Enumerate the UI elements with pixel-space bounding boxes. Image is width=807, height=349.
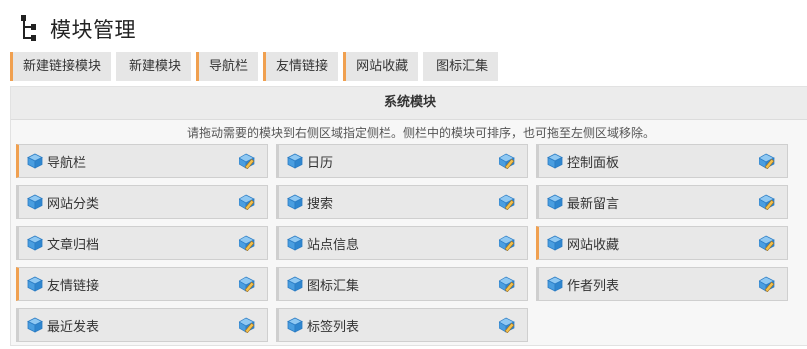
cube-icon: [547, 276, 563, 292]
cube-icon: [287, 194, 303, 210]
cube-icon: [27, 235, 43, 251]
module-label: 网站分类: [47, 196, 100, 212]
module-label: 文章归档: [47, 237, 100, 253]
cube-icon: [27, 194, 43, 210]
cube-icon: [287, 153, 303, 169]
edit-icon[interactable]: [499, 194, 515, 210]
module-label: 搜索: [307, 196, 334, 212]
edit-icon[interactable]: [759, 276, 775, 292]
module-label: 站点信息: [307, 237, 360, 253]
edit-icon[interactable]: [499, 317, 515, 333]
module-label: 控制面板: [567, 155, 620, 171]
panel-hint: 请拖动需要的模块到右侧区域指定侧栏。侧栏中的模块可排序，也可拖至左侧区域移除。: [187, 126, 656, 140]
tab-3[interactable]: 友情链接: [263, 52, 339, 81]
module-label: 最新留言: [567, 196, 620, 212]
module-item[interactable]: 图标汇集: [276, 267, 528, 301]
system-modules-panel: 系统模块 请拖动需要的模块到右侧区域指定侧栏。侧栏中的模块可排序，也可拖至左侧区…: [10, 86, 807, 346]
edit-icon[interactable]: [759, 235, 775, 251]
module-label: 图标汇集: [307, 278, 360, 294]
module-label: 网站收藏: [567, 237, 620, 253]
module-item[interactable]: 控制面板: [536, 144, 788, 178]
page-title: 模块管理: [50, 18, 136, 42]
edit-icon[interactable]: [499, 276, 515, 292]
module-label: 最近发表: [47, 319, 100, 335]
edit-icon[interactable]: [239, 276, 255, 292]
module-item[interactable]: 最新留言: [536, 185, 788, 219]
module-item[interactable]: 网站分类: [16, 185, 268, 219]
tab-5[interactable]: 图标汇集: [423, 52, 499, 81]
module-item[interactable]: 标签列表: [276, 308, 528, 342]
module-item[interactable]: 导航栏: [16, 144, 268, 178]
module-label: 导航栏: [47, 155, 87, 171]
module-grid: 导航栏 日历 控制面板 网站分类 搜索 最新留言 文章归档 站点信息 网站收藏 …: [16, 144, 788, 342]
page-header: 模块管理: [20, 14, 136, 44]
cube-icon: [287, 235, 303, 251]
tab-2[interactable]: 导航栏: [196, 52, 259, 81]
edit-icon[interactable]: [499, 153, 515, 169]
module-item[interactable]: 文章归档: [16, 226, 268, 260]
edit-icon[interactable]: [239, 194, 255, 210]
module-item[interactable]: 最近发表: [16, 308, 268, 342]
module-label: 日历: [307, 155, 334, 171]
cube-icon: [547, 153, 563, 169]
tab-0[interactable]: 新建链接模块: [10, 52, 112, 81]
edit-icon[interactable]: [759, 194, 775, 210]
module-label: 友情链接: [47, 278, 100, 294]
edit-icon[interactable]: [499, 235, 515, 251]
edit-icon[interactable]: [239, 153, 255, 169]
module-management-page: 模块管理 新建链接模块 新建模块 导航栏 友情链接 网站收藏 图标汇集 系统模块 请拖动需…: [0, 0, 807, 349]
module-item[interactable]: 友情链接: [16, 267, 268, 301]
tab-bar: 新建链接模块 新建模块 导航栏 友情链接 网站收藏 图标汇集: [10, 52, 499, 81]
module-item[interactable]: 站点信息: [276, 226, 528, 260]
cube-icon: [547, 194, 563, 210]
edit-icon[interactable]: [759, 153, 775, 169]
cube-icon: [27, 276, 43, 292]
edit-icon[interactable]: [239, 235, 255, 251]
module-item[interactable]: 作者列表: [536, 267, 788, 301]
sitemap-icon: [21, 15, 36, 41]
cube-icon: [547, 235, 563, 251]
cube-icon: [287, 276, 303, 292]
module-item[interactable]: 网站收藏: [536, 226, 788, 260]
module-item[interactable]: 日历: [276, 144, 528, 178]
cube-icon: [27, 317, 43, 333]
edit-icon[interactable]: [239, 317, 255, 333]
panel-title: 系统模块: [11, 87, 807, 120]
module-label: 标签列表: [307, 319, 360, 335]
cube-icon: [27, 153, 43, 169]
tab-1[interactable]: 新建模块: [116, 52, 192, 81]
cube-icon: [287, 317, 303, 333]
module-label: 作者列表: [567, 278, 620, 294]
module-item[interactable]: 搜索: [276, 185, 528, 219]
tab-4[interactable]: 网站收藏: [343, 52, 419, 81]
